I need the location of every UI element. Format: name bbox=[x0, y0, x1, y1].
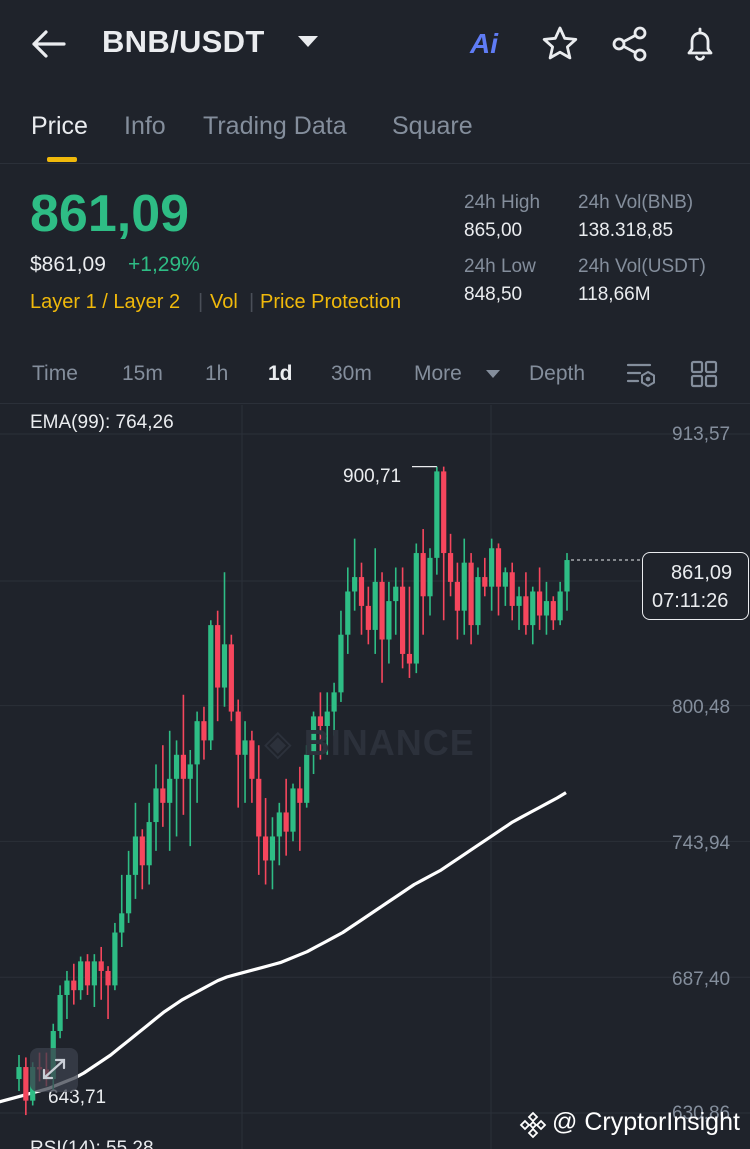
candle-body bbox=[427, 557, 433, 597]
candle-body bbox=[434, 471, 440, 558]
candle-body bbox=[441, 471, 447, 554]
candle-body bbox=[393, 586, 399, 602]
candle-body bbox=[454, 581, 460, 611]
ema-line bbox=[0, 791, 567, 1104]
y-tick-label: 913,57 bbox=[672, 424, 731, 445]
candle-body bbox=[509, 572, 515, 606]
candle-body bbox=[221, 644, 228, 688]
candle-body bbox=[112, 932, 118, 986]
candle-body bbox=[201, 721, 207, 741]
candle-body bbox=[235, 711, 241, 755]
y-tick-label: 687,40 bbox=[672, 969, 731, 990]
rsi-label: RSI(14): 55,28 bbox=[30, 1138, 154, 1149]
candle-body bbox=[489, 548, 495, 587]
high-marker-label: 900,71 bbox=[343, 466, 402, 487]
y-tick-label: 800,48 bbox=[672, 697, 731, 718]
credit-logo-icon bbox=[519, 1111, 547, 1139]
candle-body bbox=[530, 591, 536, 626]
candle-body bbox=[297, 788, 303, 803]
candle-body bbox=[187, 764, 193, 779]
candle-body bbox=[78, 961, 84, 991]
candle-body bbox=[358, 577, 365, 606]
ema-label: EMA(99): 764,26 bbox=[30, 412, 174, 433]
candle-body bbox=[98, 961, 104, 971]
candle-body bbox=[502, 572, 508, 587]
candle-body bbox=[386, 601, 392, 640]
candle-body bbox=[167, 778, 173, 803]
candle-body bbox=[523, 596, 529, 626]
candle-body bbox=[290, 788, 296, 832]
candle-body bbox=[119, 913, 125, 933]
watermark-text: BINANCE bbox=[303, 722, 475, 763]
candle-body bbox=[516, 596, 522, 606]
candle-body bbox=[345, 591, 351, 635]
candle-body bbox=[420, 553, 426, 597]
candle-body bbox=[461, 562, 467, 611]
candle-body bbox=[208, 625, 214, 741]
candle-body bbox=[400, 586, 406, 654]
candle-body bbox=[91, 961, 97, 986]
binance-logo-icon: ◈ bbox=[264, 722, 293, 763]
candle-body bbox=[249, 740, 255, 779]
candle-body bbox=[352, 577, 358, 592]
candle-body bbox=[84, 961, 91, 986]
candle-body bbox=[57, 994, 63, 1032]
candle-body bbox=[146, 822, 152, 866]
candle-body bbox=[269, 836, 276, 861]
candle-body bbox=[160, 788, 166, 803]
candle-body bbox=[537, 591, 543, 616]
candle-body bbox=[132, 836, 139, 875]
candle-body bbox=[105, 970, 111, 986]
current-price-value: 861,09 bbox=[671, 562, 733, 584]
candle-body bbox=[372, 581, 378, 630]
candle-body bbox=[283, 812, 289, 832]
candle-body bbox=[139, 836, 145, 866]
candle-body bbox=[338, 634, 344, 693]
candle-body bbox=[447, 553, 454, 582]
candle-body bbox=[413, 553, 419, 664]
candle-body bbox=[543, 601, 550, 616]
candle-countdown: 07:11:26 bbox=[652, 590, 729, 612]
candle-body bbox=[406, 653, 413, 664]
candle-body bbox=[482, 577, 488, 587]
candle-body bbox=[71, 980, 77, 991]
candle-body bbox=[242, 740, 248, 755]
candle-body bbox=[64, 980, 70, 995]
candle-body bbox=[379, 581, 385, 640]
candle-body bbox=[331, 692, 337, 712]
candle-body bbox=[468, 562, 474, 626]
candle-body bbox=[180, 754, 186, 779]
candle-body bbox=[126, 874, 132, 914]
y-tick-label: 743,94 bbox=[672, 833, 731, 854]
candle-body bbox=[475, 577, 481, 626]
candle-body bbox=[495, 548, 502, 587]
candle-body bbox=[564, 560, 570, 592]
binance-watermark: ◈ BINANCE bbox=[264, 722, 475, 764]
candle-body bbox=[557, 591, 563, 621]
candle-body bbox=[365, 605, 371, 630]
candle-body bbox=[550, 601, 556, 621]
candle-body bbox=[228, 644, 234, 712]
candle-body bbox=[153, 788, 159, 823]
price-chart[interactable] bbox=[0, 0, 750, 1149]
expand-chart-icon[interactable] bbox=[30, 1048, 78, 1092]
candle-body bbox=[263, 836, 269, 861]
candle-body bbox=[23, 1067, 29, 1101]
candle-body bbox=[173, 754, 180, 779]
credit-watermark: @ CryptorInsight bbox=[552, 1108, 740, 1136]
candle-body bbox=[16, 1067, 22, 1080]
candle-body bbox=[215, 625, 221, 688]
candle-body bbox=[256, 778, 262, 837]
candle-body bbox=[194, 721, 200, 765]
candle-body bbox=[276, 812, 282, 837]
